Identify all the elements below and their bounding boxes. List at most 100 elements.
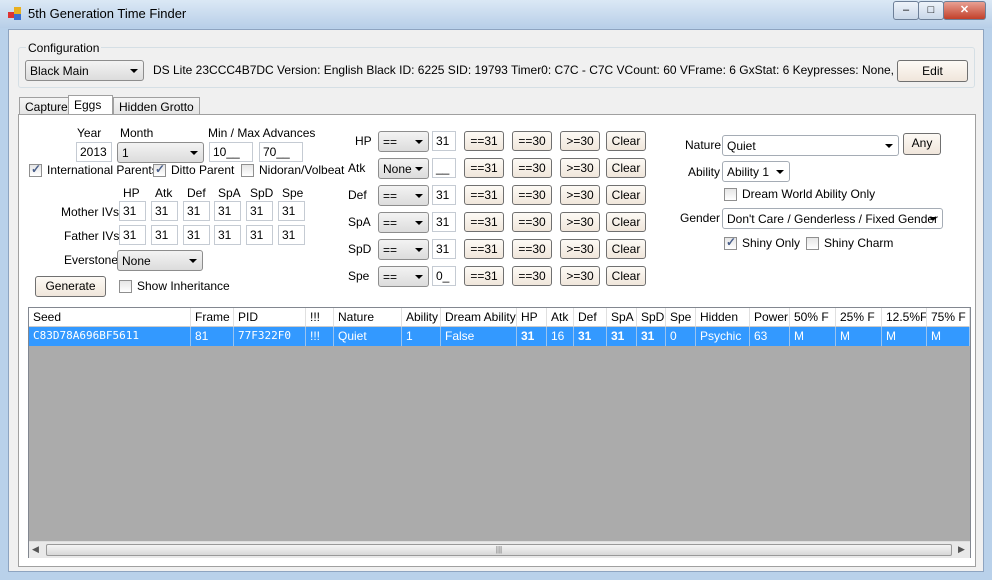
column-header-spa[interactable]: SpA [607, 308, 637, 327]
mother-iv-hp[interactable]: 31 [119, 201, 146, 221]
column-header-def[interactable]: Def [574, 308, 607, 327]
filter-spa-btn-eq30[interactable]: ==30 [512, 212, 552, 232]
filter-atk-btn-clear[interactable]: Clear [606, 158, 646, 178]
filter-def-btn-eq31[interactable]: ==31 [464, 185, 504, 205]
column-header-ability[interactable]: Ability [402, 308, 441, 327]
column-header-75-f[interactable]: 75% F [927, 308, 970, 327]
generate-button[interactable]: Generate [35, 276, 106, 297]
column-header-12-5-f[interactable]: 12.5%F [882, 308, 927, 327]
results-grid[interactable]: Seed Frame PID!!! Nature Ability Dream Abilit… [28, 307, 971, 558]
filter-hp-btn-eq30[interactable]: ==30 [512, 131, 552, 151]
filter-atk-btn-ge30[interactable]: >=30 [560, 158, 600, 178]
filter-spa-btn-eq31[interactable]: ==31 [464, 212, 504, 232]
dream-world-checkbox[interactable] [724, 188, 737, 201]
filter-spe-btn-clear[interactable]: Clear [606, 266, 646, 286]
filter-op-spe[interactable]: == [378, 266, 429, 287]
month-dropdown[interactable]: 1 [117, 142, 204, 163]
year-input[interactable]: 2013 [76, 142, 112, 162]
chevron-down-icon [776, 170, 784, 174]
filter-value-spa[interactable]: 31 [432, 212, 456, 232]
filter-op-value: == [383, 135, 398, 149]
filter-spd-btn-eq31[interactable]: ==31 [464, 239, 504, 259]
father-iv-def[interactable]: 31 [183, 225, 210, 245]
filter-op-spd[interactable]: == [378, 239, 429, 260]
column-header-atk[interactable]: Atk [547, 308, 574, 327]
filter-value-hp[interactable]: 31 [432, 131, 456, 151]
filter-spd-btn-ge30[interactable]: >=30 [560, 239, 600, 259]
mother-iv-spd[interactable]: 31 [246, 201, 273, 221]
filter-value-def[interactable]: 31 [432, 185, 456, 205]
maximize-button[interactable]: □ [918, 1, 944, 20]
everstone-dropdown[interactable]: None [117, 250, 203, 271]
filter-spa-btn-ge30[interactable]: >=30 [560, 212, 600, 232]
filter-spd-btn-clear[interactable]: Clear [606, 239, 646, 259]
filter-spa-btn-clear[interactable]: Clear [606, 212, 646, 232]
column-header--[interactable]: !!! [306, 308, 334, 327]
column-header-spe[interactable]: Spe [666, 308, 696, 327]
column-header-nature[interactable]: Nature [334, 308, 402, 327]
father-iv-spd[interactable]: 31 [246, 225, 273, 245]
filter-label-def: Def [348, 188, 367, 202]
filter-spe-btn-eq31[interactable]: ==31 [464, 266, 504, 286]
filter-value-spd[interactable]: 31 [432, 239, 456, 259]
filter-op-def[interactable]: == [378, 185, 429, 206]
nature-value: Quiet [727, 139, 756, 153]
tab-eggs[interactable]: Eggs [68, 95, 113, 116]
minimize-button[interactable]: – [893, 1, 919, 20]
column-header-hidden[interactable]: Hidden [696, 308, 750, 327]
column-header-seed[interactable]: Seed [29, 308, 191, 327]
edit-button[interactable]: Edit [897, 60, 968, 82]
column-header-power[interactable]: Power [750, 308, 790, 327]
filter-hp-btn-clear[interactable]: Clear [606, 131, 646, 151]
profile-dropdown[interactable]: Black Main [25, 60, 144, 81]
ability-dropdown[interactable]: Ability 1 [722, 161, 790, 182]
father-iv-atk[interactable]: 31 [151, 225, 178, 245]
column-header-25-f[interactable]: 25% F [836, 308, 882, 327]
shiny-charm-checkbox[interactable] [806, 237, 819, 250]
close-button[interactable]: ✕ [943, 1, 986, 20]
month-value: 1 [122, 146, 129, 160]
international-parents-checkbox[interactable] [29, 162, 42, 177]
scroll-thumb[interactable]: ||| [46, 544, 952, 556]
column-header-hp[interactable]: HP [517, 308, 547, 327]
scroll-right-icon[interactable]: ▶ [958, 544, 965, 555]
scroll-left-icon[interactable]: ◀ [32, 544, 39, 555]
mother-iv-spe[interactable]: 31 [278, 201, 305, 221]
filter-op-atk[interactable]: None [378, 158, 429, 179]
column-header-pid[interactable]: PID [234, 308, 306, 327]
filter-spe-btn-eq30[interactable]: ==30 [512, 266, 552, 286]
filter-op-spa[interactable]: == [378, 212, 429, 233]
mother-iv-spa[interactable]: 31 [214, 201, 241, 221]
nidoran-volbeat-checkbox[interactable] [241, 164, 254, 177]
shiny-only-checkbox[interactable] [724, 235, 737, 250]
father-iv-hp[interactable]: 31 [119, 225, 146, 245]
filter-hp-btn-eq31[interactable]: ==31 [464, 131, 504, 151]
horizontal-scrollbar[interactable]: ◀ ||| ▶ [29, 541, 970, 558]
father-iv-spa[interactable]: 31 [214, 225, 241, 245]
column-header-frame[interactable]: Frame [191, 308, 234, 327]
filter-op-hp[interactable]: == [378, 131, 429, 152]
filter-atk-btn-eq30[interactable]: ==30 [512, 158, 552, 178]
min-advances-input[interactable]: 10__ [209, 142, 253, 162]
ditto-parent-checkbox[interactable] [153, 162, 166, 177]
mother-iv-atk[interactable]: 31 [151, 201, 178, 221]
filter-value-spe[interactable]: 0_ [432, 266, 456, 286]
column-header-dream-ability[interactable]: Dream Ability [441, 308, 517, 327]
column-header-spd[interactable]: SpD [637, 308, 666, 327]
show-inheritance-checkbox[interactable] [119, 280, 132, 293]
father-iv-spe[interactable]: 31 [278, 225, 305, 245]
filter-value-atk[interactable]: __ [432, 158, 456, 178]
any-nature-button[interactable]: Any [903, 133, 941, 155]
filter-spe-btn-ge30[interactable]: >=30 [560, 266, 600, 286]
filter-atk-btn-eq31[interactable]: ==31 [464, 158, 504, 178]
max-advances-input[interactable]: 70__ [259, 142, 303, 162]
gender-dropdown[interactable]: Don't Care / Genderless / Fixed Gender [722, 208, 943, 229]
filter-hp-btn-ge30[interactable]: >=30 [560, 131, 600, 151]
filter-def-btn-eq30[interactable]: ==30 [512, 185, 552, 205]
filter-spd-btn-eq30[interactable]: ==30 [512, 239, 552, 259]
column-header-50-f[interactable]: 50% F [790, 308, 836, 327]
mother-iv-def[interactable]: 31 [183, 201, 210, 221]
filter-def-btn-ge30[interactable]: >=30 [560, 185, 600, 205]
nature-dropdown[interactable]: Quiet [722, 135, 899, 156]
filter-def-btn-clear[interactable]: Clear [606, 185, 646, 205]
